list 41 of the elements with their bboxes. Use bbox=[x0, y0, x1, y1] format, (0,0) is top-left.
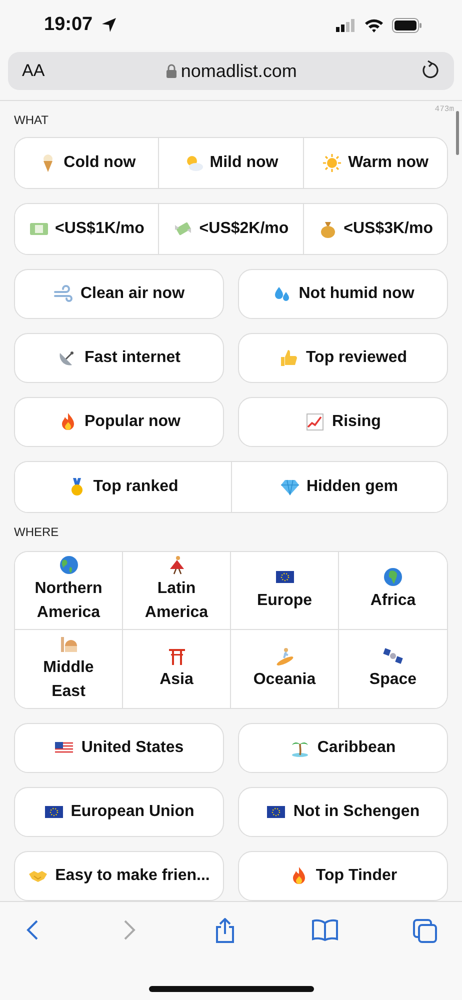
region-button[interactable]: Latin America bbox=[123, 552, 231, 630]
region-button[interactable]: Europe bbox=[231, 552, 339, 630]
filter-button[interactable]: Warm now bbox=[302, 138, 447, 188]
lock-icon bbox=[166, 64, 177, 78]
filter-button[interactable]: <US$3K/mo bbox=[302, 204, 447, 254]
filter-button[interactable]: Hidden gem bbox=[230, 462, 447, 512]
surfer-icon bbox=[274, 646, 294, 666]
filter-button[interactable]: Easy to make frien... bbox=[14, 850, 224, 901]
filter-button[interactable]: Top Tinder bbox=[238, 850, 448, 901]
filter-button[interactable]: Caribbean bbox=[238, 722, 448, 773]
filter-button[interactable]: Top reviewed bbox=[238, 332, 448, 383]
clock: 19:07 bbox=[44, 14, 93, 36]
filter-button[interactable]: United States bbox=[14, 722, 224, 773]
section-heading: WHAT bbox=[14, 112, 50, 127]
region-button[interactable]: Africa bbox=[339, 552, 447, 630]
url-text: nomadlist.com bbox=[180, 60, 297, 82]
location-arrow-icon bbox=[100, 17, 117, 34]
text-size-button[interactable]: AA bbox=[22, 61, 45, 82]
sun-icon bbox=[322, 152, 342, 173]
filter-button[interactable]: Popular now bbox=[14, 396, 224, 447]
filter-button[interactable]: Clean air now bbox=[14, 268, 224, 319]
filter-button[interactable]: Not humid now bbox=[238, 268, 448, 319]
filter-button[interactable]: European Union bbox=[14, 786, 224, 837]
thumbs-up-icon bbox=[278, 348, 299, 368]
filter-button[interactable]: Not in Schengen bbox=[238, 786, 448, 837]
wind-icon bbox=[53, 284, 74, 304]
scroll-bar bbox=[456, 110, 459, 155]
load-time: 473m bbox=[434, 104, 454, 114]
battery-icon bbox=[392, 18, 422, 33]
region-button[interactable]: Northern America bbox=[15, 552, 123, 630]
filter-button[interactable]: Rising bbox=[238, 396, 448, 447]
wifi-icon bbox=[364, 18, 384, 33]
signal-icon bbox=[336, 18, 356, 32]
filter-button[interactable]: Fast internet bbox=[14, 332, 224, 383]
globe-icon bbox=[383, 567, 403, 588]
section-heading: WHERE bbox=[14, 524, 60, 539]
region-button[interactable]: Middle East bbox=[15, 630, 123, 708]
satellite-icon bbox=[383, 646, 403, 666]
address-bar[interactable]: AA nomadlist.com bbox=[8, 52, 454, 90]
globe-icon bbox=[58, 555, 78, 576]
chart-icon bbox=[305, 412, 326, 432]
